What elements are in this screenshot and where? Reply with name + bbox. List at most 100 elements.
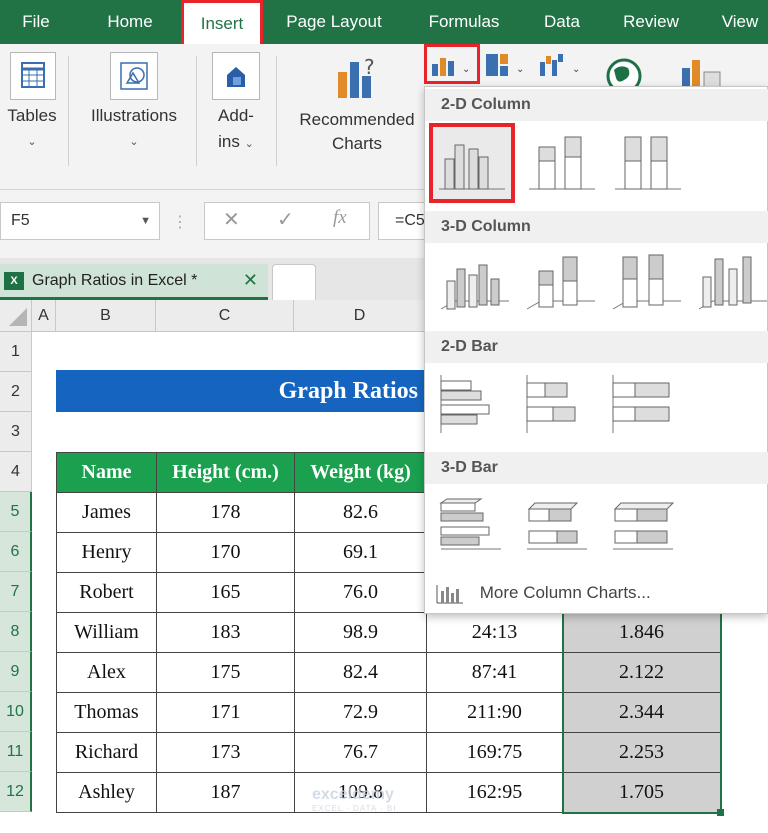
recommended-charts-button[interactable]: ? Recommended Charts bbox=[284, 44, 430, 190]
cell-name[interactable]: Robert bbox=[56, 572, 157, 613]
new-tab-button[interactable] bbox=[272, 264, 316, 300]
cell-name[interactable]: Richard bbox=[56, 732, 157, 773]
cancel-icon[interactable]: ✕ bbox=[223, 207, 240, 232]
cell-weight[interactable]: 76.7 bbox=[294, 732, 427, 773]
cell-ratio[interactable]: 211:90 bbox=[426, 692, 563, 733]
cell-weight[interactable]: 82.4 bbox=[294, 652, 427, 693]
row-header-12[interactable]: 12 bbox=[0, 772, 32, 812]
close-icon[interactable]: ✕ bbox=[243, 264, 258, 297]
cell-name[interactable]: Ashley bbox=[56, 772, 157, 813]
exceldemy-watermark: exceldemy EXCEL · DATA · BI bbox=[312, 786, 397, 813]
chevron-down-icon[interactable]: ▼ bbox=[140, 203, 151, 239]
tables-group[interactable]: Tables ⌄ bbox=[0, 44, 64, 190]
enter-icon[interactable]: ✓ bbox=[277, 207, 294, 232]
cell-ratio[interactable]: 87:41 bbox=[426, 652, 563, 693]
tab-review[interactable]: Review bbox=[614, 0, 688, 44]
insert-function-icon[interactable]: fx bbox=[333, 207, 347, 229]
3d-column-option[interactable] bbox=[693, 247, 768, 317]
cell-height[interactable]: 187 bbox=[156, 772, 295, 813]
column-chart-small-icon bbox=[436, 584, 463, 604]
3d-clustered-bar-icon bbox=[439, 498, 501, 550]
illustrations-group[interactable]: Illustrations ⌄ bbox=[80, 44, 188, 190]
3d-stacked-column-option[interactable] bbox=[521, 247, 599, 317]
cell-name[interactable]: Henry bbox=[56, 532, 157, 573]
3d-stacked-bar-option[interactable] bbox=[521, 489, 599, 559]
cell-name[interactable]: Thomas bbox=[56, 692, 157, 733]
row-header-2[interactable]: 2 bbox=[0, 372, 32, 412]
cell-weight[interactable]: 72.9 bbox=[294, 692, 427, 733]
row-header-4[interactable]: 4 bbox=[0, 452, 32, 492]
row-header-9[interactable]: 9 bbox=[0, 652, 32, 692]
stacked-bar-option[interactable] bbox=[521, 369, 599, 439]
header-name[interactable]: Name bbox=[56, 452, 157, 493]
fill-handle[interactable] bbox=[717, 809, 724, 816]
cell-ratio[interactable]: 24:13 bbox=[426, 612, 563, 653]
addins-label-line2: ins bbox=[218, 132, 240, 151]
column-header-c[interactable]: C bbox=[156, 300, 294, 332]
row-header-11[interactable]: 11 bbox=[0, 732, 32, 772]
tab-home[interactable]: Home bbox=[94, 0, 166, 44]
row-header-1[interactable]: 1 bbox=[0, 332, 32, 372]
group-divider bbox=[196, 56, 197, 166]
cell-name[interactable]: William bbox=[56, 612, 157, 653]
tab-file[interactable]: File bbox=[4, 0, 68, 44]
clustered-bar-option[interactable] bbox=[435, 369, 513, 439]
stacked-bar-icon bbox=[526, 375, 576, 433]
cell-height[interactable]: 165 bbox=[156, 572, 295, 613]
name-box[interactable]: F5 ▼ bbox=[0, 202, 160, 240]
3d-clustered-bar-option[interactable] bbox=[435, 489, 513, 559]
row-header-8[interactable]: 8 bbox=[0, 612, 32, 652]
cell-ratio[interactable]: 162:95 bbox=[426, 772, 563, 813]
3d-clustered-column-option[interactable] bbox=[435, 247, 513, 317]
100-stacked-bar-option[interactable] bbox=[607, 369, 685, 439]
clustered-column-option[interactable] bbox=[429, 123, 515, 203]
cell-height[interactable]: 173 bbox=[156, 732, 295, 773]
100-stacked-bar-icon bbox=[612, 375, 670, 433]
row-header-5[interactable]: 5 bbox=[0, 492, 32, 532]
column-header-b[interactable]: B bbox=[56, 300, 156, 332]
chevron-down-icon: ⌄ bbox=[27, 136, 37, 148]
addins-group[interactable]: Add- ins ⌄ bbox=[204, 44, 268, 190]
cell-weight[interactable]: 98.9 bbox=[294, 612, 427, 653]
select-all-icon bbox=[8, 308, 27, 326]
cell-name[interactable]: James bbox=[56, 492, 157, 533]
recommended-label-line1: Recommended bbox=[299, 110, 415, 129]
row-header-3[interactable]: 3 bbox=[0, 412, 32, 452]
cell-height[interactable]: 183 bbox=[156, 612, 295, 653]
header-height[interactable]: Height (cm.) bbox=[156, 452, 295, 493]
row-header-7[interactable]: 7 bbox=[0, 572, 32, 612]
select-all-corner[interactable] bbox=[0, 300, 32, 332]
cell-height[interactable]: 175 bbox=[156, 652, 295, 693]
cell-name[interactable]: Alex bbox=[56, 652, 157, 693]
sheet-title[interactable]: Graph Ratios bbox=[56, 370, 428, 412]
tab-data[interactable]: Data bbox=[536, 0, 588, 44]
recommended-label-line2: Charts bbox=[331, 134, 383, 153]
hierarchy-chart-button[interactable]: ⌄ bbox=[484, 50, 530, 82]
column-header-a[interactable]: A bbox=[32, 300, 56, 332]
more-column-charts-link[interactable]: More Column Charts... bbox=[435, 577, 651, 609]
waterfall-chart-button[interactable]: ⌄ bbox=[536, 50, 586, 82]
tab-formulas[interactable]: Formulas bbox=[420, 0, 508, 44]
cell-weight[interactable]: 69.1 bbox=[294, 532, 427, 573]
svg-text:⌄: ⌄ bbox=[516, 64, 524, 75]
tab-insert[interactable]: Insert bbox=[181, 0, 263, 46]
cell-height[interactable]: 178 bbox=[156, 492, 295, 533]
column-header-d[interactable]: D bbox=[294, 300, 426, 332]
100-stacked-column-option[interactable] bbox=[609, 127, 687, 197]
workbook-tab[interactable]: X Graph Ratios in Excel * ✕ bbox=[0, 264, 268, 300]
tab-view[interactable]: View bbox=[712, 0, 768, 44]
3d-clustered-column-icon bbox=[440, 264, 509, 310]
row-header-10[interactable]: 10 bbox=[0, 692, 32, 732]
3d-100-stacked-bar-option[interactable] bbox=[607, 489, 685, 559]
tab-page-layout[interactable]: Page Layout bbox=[280, 0, 388, 44]
header-weight[interactable]: Weight (kg) bbox=[294, 452, 427, 493]
stacked-column-option[interactable] bbox=[523, 127, 601, 197]
cell-weight[interactable]: 82.6 bbox=[294, 492, 427, 533]
cell-weight[interactable]: 76.0 bbox=[294, 572, 427, 613]
cell-height[interactable]: 171 bbox=[156, 692, 295, 733]
3d-100-stacked-column-option[interactable] bbox=[607, 247, 685, 317]
cell-height[interactable]: 170 bbox=[156, 532, 295, 573]
cell-ratio[interactable]: 169:75 bbox=[426, 732, 563, 773]
row-header-6[interactable]: 6 bbox=[0, 532, 32, 572]
100-stacked-column-icon bbox=[615, 136, 681, 190]
